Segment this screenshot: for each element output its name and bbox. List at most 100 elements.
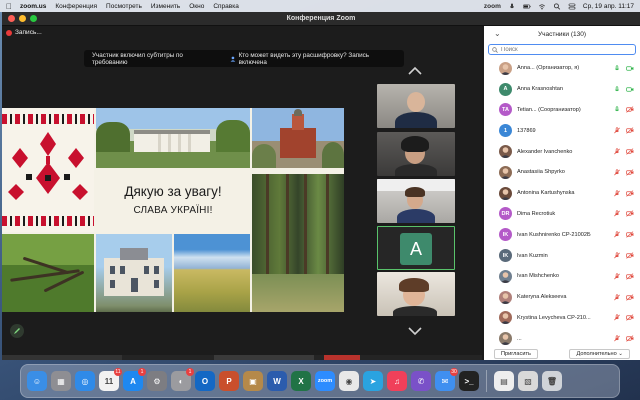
menu-window[interactable]: Окно [189, 3, 204, 10]
more-options-button[interactable]: Дополнительно ⌄ [569, 349, 630, 359]
video-off-icon[interactable] [626, 335, 634, 342]
dock-mail-icon[interactable]: ✉ 30 [435, 368, 458, 391]
microphone-muted-icon[interactable] [613, 252, 621, 259]
participant-name: Antonina Kartushynska [517, 190, 575, 197]
microphone-muted-icon[interactable] [613, 127, 621, 134]
dock-excel-icon[interactable]: X [291, 371, 311, 391]
dock-music-podcasts-icon[interactable]: ◐ 1 [171, 368, 194, 391]
menu-help[interactable]: Справка [213, 3, 239, 10]
participant-row[interactable]: DR Dima Recrotiuk [484, 204, 640, 225]
recording-indicator[interactable]: Запись... [6, 29, 42, 36]
video-off-icon[interactable] [626, 294, 634, 301]
video-tile-5[interactable] [377, 272, 455, 316]
close-window-button[interactable] [8, 15, 15, 22]
wifi-icon[interactable] [538, 3, 546, 10]
participant-name: Krystina Levycheva CP-210... [517, 314, 591, 321]
dock-trash-icon[interactable]: 🗑 [542, 371, 562, 391]
dock-settings-icon[interactable]: ⚙ [147, 371, 167, 391]
menu-view[interactable]: Посмотреть [106, 3, 142, 10]
fullscreen-window-button[interactable] [30, 15, 37, 22]
video-off-icon[interactable] [626, 106, 634, 114]
video-tile-1[interactable] [377, 84, 455, 128]
dock-app-store-icon[interactable]: A1 [123, 368, 146, 391]
menu-clock[interactable]: Ср, 19 апр. 11:17 [583, 3, 634, 10]
participant-row[interactable]: Anastasiia Shpyrko [484, 162, 640, 183]
video-off-icon[interactable] [626, 148, 634, 155]
video-off-icon[interactable] [626, 231, 634, 238]
participant-row[interactable]: ... [484, 328, 640, 349]
participant-row[interactable]: 1 137869 [484, 120, 640, 141]
apple-menu-icon[interactable]:  [6, 2, 12, 11]
zoom-status-item[interactable]: zoom [484, 3, 501, 10]
collapse-panel-icon[interactable]: ⌄ [494, 29, 501, 38]
participant-search-box[interactable] [488, 44, 636, 55]
microphone-icon[interactable] [613, 65, 621, 72]
menu-edit[interactable]: Изменить [151, 3, 180, 10]
dock-outlook-icon[interactable]: O [195, 371, 215, 391]
video-camera-icon[interactable] [626, 65, 634, 72]
chevron-up-icon[interactable] [407, 66, 423, 76]
microphone-muted-icon[interactable] [613, 210, 621, 217]
dock-word-icon[interactable]: W [267, 371, 287, 391]
notification-badge: 1 [186, 368, 194, 376]
dock-zoom-icon[interactable]: zoom [315, 371, 335, 391]
dock-archiver-icon[interactable]: ▣ [243, 371, 263, 391]
dock-powerpoint-icon[interactable]: P [219, 371, 239, 391]
microphone-icon[interactable] [613, 86, 621, 93]
video-camera-icon[interactable] [626, 86, 634, 93]
video-off-icon[interactable] [626, 127, 634, 134]
dock-calendar-icon[interactable]: 11 11 [99, 368, 122, 391]
microphone-muted-icon[interactable] [613, 335, 621, 342]
participant-row[interactable]: Kateryna Alekseeva [484, 287, 640, 308]
chevron-down-icon[interactable] [407, 326, 423, 336]
microphone-icon[interactable] [613, 106, 621, 113]
video-off-icon[interactable] [626, 169, 634, 176]
menu-conference[interactable]: Конференция [55, 3, 97, 10]
participant-row[interactable]: IK Ivan Kuzmin [484, 245, 640, 266]
microphone-icon[interactable] [508, 2, 516, 10]
video-tile-3[interactable] [377, 179, 455, 223]
participant-row[interactable]: Ivan Mishchenko [484, 266, 640, 287]
dock-music-icon[interactable]: ♫ [387, 371, 407, 391]
video-off-icon[interactable] [626, 273, 634, 280]
participant-row[interactable]: Antonina Kartushynska [484, 183, 640, 204]
spotlight-search-icon[interactable] [553, 2, 561, 10]
dock-safari-icon[interactable]: ◎ [75, 371, 95, 391]
annotate-pen-button[interactable] [10, 324, 24, 338]
microphone-muted-icon[interactable] [613, 314, 621, 321]
video-tile-2[interactable] [377, 132, 455, 176]
participant-row[interactable]: TA Tetian... (Соорганизатор) [484, 100, 640, 121]
participant-row[interactable]: IK Ivan Kushnirenko CP-21002Б [484, 224, 640, 245]
microphone-muted-icon[interactable] [613, 190, 621, 197]
dock-document-stack-icon[interactable]: ▤ [494, 371, 514, 391]
menu-app-name[interactable]: zoom.us [20, 3, 46, 10]
video-off-icon[interactable] [626, 314, 634, 322]
video-tile-4-active[interactable]: A [377, 226, 455, 270]
dock-chrome-icon[interactable]: ◉ [339, 371, 359, 391]
participant-row[interactable]: Anna... (Организатор, я) [484, 58, 640, 79]
participant-search-input[interactable] [501, 46, 621, 53]
dock-finder-icon[interactable]: ☺ [27, 371, 47, 391]
dock-telegram-icon[interactable]: ➤ [363, 371, 383, 391]
invite-button[interactable]: Пригласить [494, 349, 538, 359]
microphone-muted-icon[interactable] [613, 231, 621, 238]
microphone-muted-icon[interactable] [613, 273, 621, 280]
menu-bar-status: zoom Ср, 19 апр. 11:17 [484, 3, 634, 10]
minimize-window-button[interactable] [19, 15, 26, 22]
battery-icon[interactable] [522, 3, 531, 10]
dock-viber-icon[interactable]: ✆ [411, 371, 431, 391]
dock-launchpad-icon[interactable]: ▦ [51, 371, 71, 391]
microphone-muted-icon[interactable] [613, 148, 621, 155]
transcript-visibility-link[interactable]: Кто может видеть эту расшифровку? Запись… [230, 52, 396, 66]
participant-row[interactable]: Krystina Levycheva CP-210... [484, 308, 640, 329]
dock-image-stack-icon[interactable]: ▧ [518, 371, 538, 391]
video-off-icon[interactable] [626, 190, 634, 197]
video-off-icon[interactable] [626, 252, 634, 259]
participant-row[interactable]: Alexander Ivanchenko [484, 141, 640, 162]
video-off-icon[interactable] [626, 210, 634, 218]
control-center-icon[interactable] [568, 3, 576, 10]
participant-row[interactable]: A Anna Krasnoshtan [484, 79, 640, 100]
microphone-muted-icon[interactable] [613, 169, 621, 176]
microphone-muted-icon[interactable] [613, 294, 621, 301]
dock-terminal-icon[interactable]: >_ [459, 371, 479, 391]
